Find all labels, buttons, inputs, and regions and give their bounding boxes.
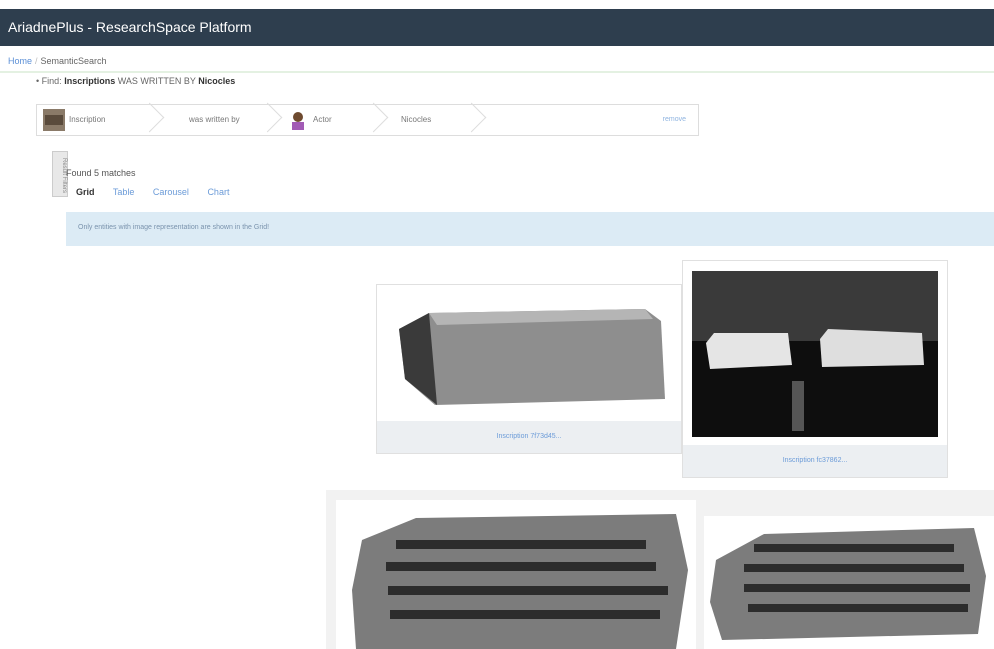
breadcrumb-current: SemanticSearch [40,56,107,66]
tab-chart[interactable]: Chart [207,187,229,197]
inscription-museum-image [692,271,938,437]
inscription-thumbnail-icon [43,109,65,131]
remove-query-link[interactable]: remove [663,105,686,135]
find-bullet: • [36,76,40,86]
tab-table[interactable]: Table [113,187,135,197]
result-card[interactable]: Inscription fc37862... [682,260,948,478]
divider [0,71,994,73]
results-tabs: Grid Table Carousel Chart [76,187,245,197]
query-builder[interactable]: Inscription was written by Actor Nicocle… [36,102,699,136]
actor-person-icon [292,112,304,130]
find-relation: WAS WRITTEN BY [117,76,196,86]
chevron-right-icon [456,102,487,133]
inscription-squeeze-image [704,516,994,649]
breadcrumb-home-link[interactable]: Home [8,56,32,66]
find-summary: • Find: Inscriptions WAS WRITTEN BY Nico… [36,76,235,86]
result-card-caption[interactable]: Inscription fc37862... [683,445,947,477]
inscription-stone-image [385,299,673,405]
query-segment-subject[interactable]: Inscription [69,105,105,135]
grid-info-alert: Only entities with image representation … [66,212,994,246]
query-segment-relation[interactable]: was written by [189,105,240,135]
chevron-right-icon [358,102,389,133]
top-navbar: AriadnePlus - ResearchSpace Platform [0,9,994,46]
breadcrumb-separator: / [35,56,38,66]
results-count: Found 5 matches [66,168,136,178]
tab-carousel[interactable]: Carousel [153,187,189,197]
chevron-right-icon [252,102,283,133]
result-card[interactable]: Inscription 7f73d45... [376,284,682,454]
query-segment-object[interactable]: Nicocles [401,105,431,135]
app-title[interactable]: AriadnePlus - ResearchSpace Platform [8,19,252,35]
find-object: Nicocles [198,76,236,86]
breadcrumb: Home / SemanticSearch [8,56,107,66]
chevron-right-icon [134,102,165,133]
inscription-squeeze-image [336,500,696,649]
grid-info-text: Only entities with image representation … [78,224,270,231]
tab-grid[interactable]: Grid [76,187,95,197]
query-segment-type[interactable]: Actor [313,105,332,135]
result-card[interactable] [326,490,994,649]
result-card-caption[interactable]: Inscription 7f73d45... [377,421,681,453]
find-subject: Inscriptions [64,76,116,86]
find-prefix: Find: [41,76,62,86]
